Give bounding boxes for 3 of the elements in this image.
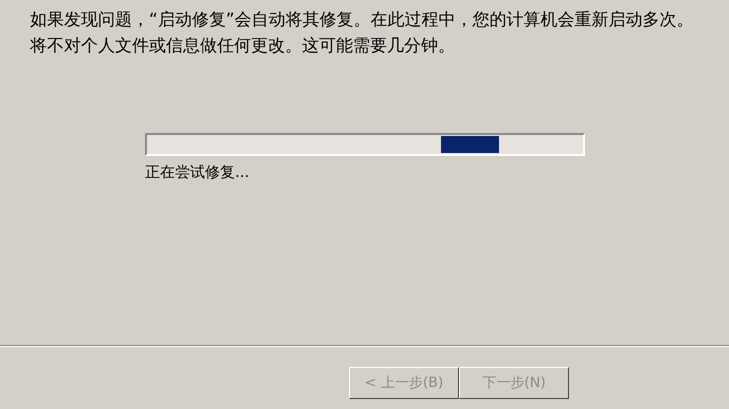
repair-message: 如果发现问题，“启动修复”会自动将其修复。在此过程中，您的计算机会重新启动多次。 bbox=[30, 12, 695, 29]
status-text: 正在尝试修复... bbox=[145, 163, 250, 181]
info-note: 将不对个人文件或信息做任何更改。这可能需要几分钟。 bbox=[30, 38, 456, 55]
